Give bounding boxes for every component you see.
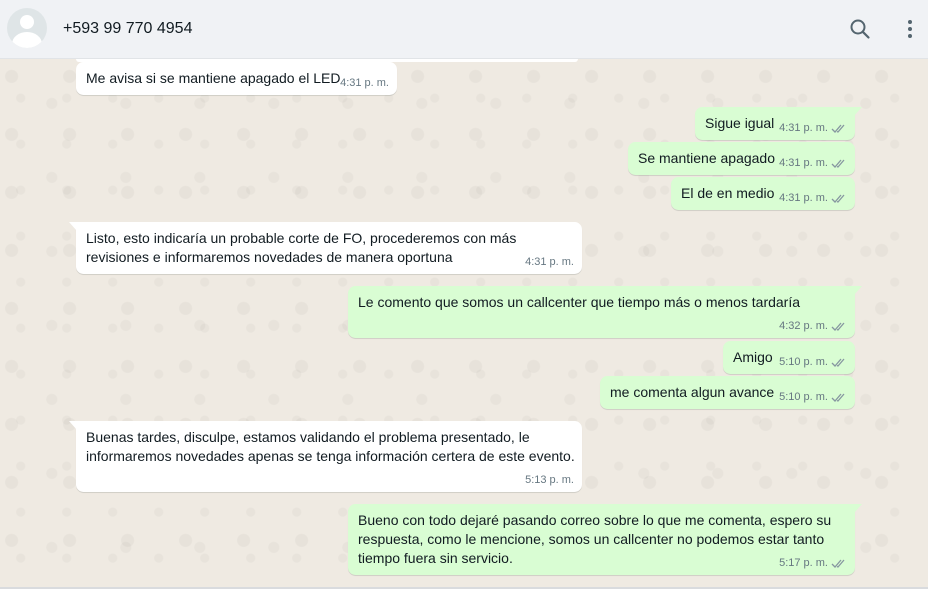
message-bubble-outgoing[interactable]: me comenta algun avance 5:10 p. m. (600, 376, 855, 409)
message-bubble-outgoing[interactable]: Amigo 5:10 p. m. (723, 341, 855, 374)
message-text: Sigue igual (705, 115, 775, 131)
message-meta: 5:13 p. m. (525, 473, 574, 488)
double-check-icon (831, 159, 845, 168)
message-meta: 4:31 p. m. (779, 156, 847, 171)
menu-icon[interactable] (898, 17, 922, 41)
message-text: Le comento que somos un callcenter que t… (358, 294, 801, 310)
message-meta: 4:31 p. m. (340, 76, 389, 91)
double-check-icon (831, 322, 845, 331)
message-text: Se mantiene apagado (638, 150, 775, 166)
message-meta: 5:10 p. m. (779, 390, 847, 405)
message-text: Buenas tardes, disculpe, estamos validan… (86, 429, 575, 464)
contact-name[interactable]: +593 99 770 4954 (63, 20, 192, 38)
double-check-icon (831, 559, 845, 568)
message-time: 5:10 p. m. (779, 391, 828, 403)
message-bubble-outgoing[interactable]: Se mantiene apagado 4:31 p. m. (628, 142, 855, 175)
message-bubble-incoming[interactable]: Me avisa si se mantiene apagado el LED 4… (76, 62, 397, 95)
search-icon[interactable] (848, 17, 872, 41)
message-time: 4:31 p. m. (779, 157, 828, 169)
message-bubble-outgoing[interactable]: Bueno con todo dejaré pasando correo sob… (348, 504, 862, 575)
message-time: 4:31 p. m. (340, 77, 389, 89)
double-check-icon (831, 194, 845, 203)
message-time: 4:31 p. m. (525, 256, 574, 268)
message-meta: 4:31 p. m. (779, 191, 847, 206)
double-check-icon (831, 393, 845, 402)
chat-header: +593 99 770 4954 (0, 0, 928, 59)
double-check-icon (831, 358, 845, 367)
message-time: 5:13 p. m. (525, 474, 574, 486)
message-meta: 5:17 p. m. (779, 556, 847, 571)
message-meta: 5:10 p. m. (779, 355, 847, 370)
message-bubble-outgoing[interactable]: El de en medio 4:31 p. m. (671, 177, 855, 210)
message-text: Me avisa si se mantiene apagado el LED (86, 70, 341, 86)
message-bubble-incoming[interactable]: Buenas tardes, disculpe, estamos validan… (69, 421, 582, 492)
message-bubble-outgoing[interactable]: Le comento que somos un callcenter que t… (348, 286, 862, 338)
message-text: Bueno con todo dejaré pasando correo sob… (358, 512, 832, 566)
message-bubble-outgoing[interactable]: Sigue igual 4:31 p. m. (695, 107, 862, 140)
message-bubble-incoming[interactable]: Listo, esto indicaría un probable corte … (69, 222, 582, 274)
message-meta: 4:32 p. m. (779, 319, 847, 334)
double-check-icon (831, 124, 845, 133)
message-text: El de en medio (681, 185, 775, 201)
message-time: 5:17 p. m. (779, 557, 828, 569)
message-time: 4:31 p. m. (779, 192, 828, 204)
message-text: me comenta algun avance (610, 384, 775, 400)
message-time: 4:32 p. m. (779, 320, 828, 332)
message-time: 5:10 p. m. (779, 356, 828, 368)
message-text: Amigo (733, 349, 773, 365)
message-time: 4:31 p. m. (779, 122, 828, 134)
message-text: Listo, esto indicaría un probable corte … (86, 230, 517, 265)
message-meta: 4:31 p. m. (525, 255, 574, 270)
default-avatar-icon[interactable] (7, 8, 47, 48)
message-meta: 4:31 p. m. (779, 121, 847, 136)
